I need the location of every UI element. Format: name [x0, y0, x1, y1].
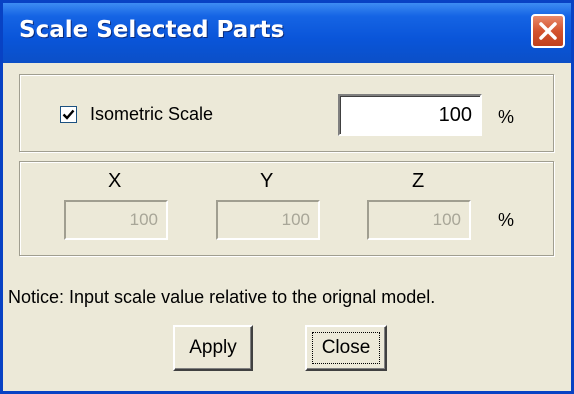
isometric-percent-label: % [498, 107, 515, 127]
notice-text: Notice: Input scale value relative to th… [8, 287, 436, 307]
checkbox-box[interactable] [60, 106, 77, 123]
close-button-label: Close [321, 337, 371, 358]
z-axis-label: Z [412, 170, 425, 192]
title-bar[interactable]: Scale Selected Parts [3, 3, 571, 63]
checkmark-icon [62, 109, 75, 120]
y-axis-label: Y [260, 170, 274, 192]
isometric-scale-input[interactable]: 100 [338, 94, 482, 136]
y-scale-input[interactable]: 100 [216, 200, 320, 240]
close-button[interactable]: Close [305, 325, 387, 371]
z-scale-input[interactable]: 100 [367, 200, 471, 240]
isometric-scale-checkbox[interactable]: Isometric Scale [60, 104, 213, 125]
axis-percent-label: % [498, 210, 515, 230]
close-window-button[interactable] [531, 14, 565, 48]
isometric-scale-label: Isometric Scale [90, 104, 214, 124]
x-axis-label: X [108, 170, 122, 192]
x-scale-input[interactable]: 100 [64, 200, 168, 240]
close-icon [539, 22, 557, 40]
apply-button[interactable]: Apply [173, 325, 253, 371]
dialog-title: Scale Selected Parts [19, 17, 285, 43]
